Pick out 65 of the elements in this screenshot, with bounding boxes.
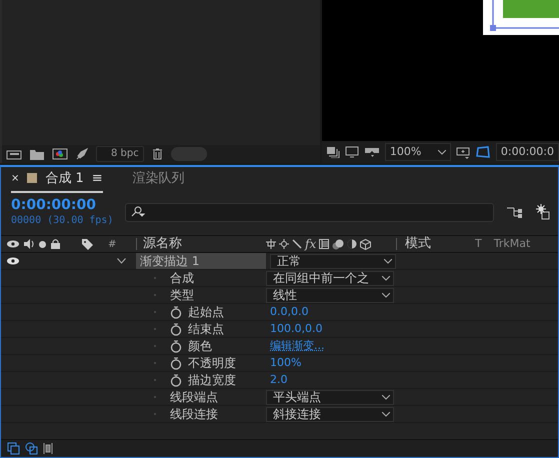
tab[interactable]: × 合成 1 ≡ <box>11 168 103 193</box>
column-header: TrkMat <box>494 236 530 252</box>
property-name: 线段连接 <box>170 406 218 423</box>
chevron-icon <box>384 258 392 264</box>
solo-dot-icon[interactable] <box>39 240 46 248</box>
property-value[interactable]: 100% <box>266 354 302 372</box>
search-icon <box>130 206 146 218</box>
eye-icon[interactable] <box>7 240 19 248</box>
stopwatch-icon[interactable] <box>170 340 182 352</box>
zoom-dropdown[interactable]: 100% <box>384 143 451 161</box>
stopwatch-icon[interactable] <box>170 306 182 318</box>
search-field[interactable] <box>125 202 494 222</box>
frame-rate-text: 00000 (30.00 fps) <box>11 214 114 228</box>
speaker-icon[interactable] <box>24 239 34 249</box>
chevron-icon <box>382 292 390 298</box>
lock-icon[interactable] <box>51 239 60 249</box>
property-name: 合成 <box>170 270 194 287</box>
edit-gradient-link[interactable]: 编辑渐变... <box>266 338 324 354</box>
trash-icon[interactable] <box>152 148 163 160</box>
property-value[interactable]: 2.0 <box>266 372 288 388</box>
column-header: # <box>108 238 116 252</box>
property-dropdown[interactable]: 斜接连接 <box>266 406 394 422</box>
preview-stack-icon[interactable] <box>326 146 340 158</box>
stopwatch-icon[interactable] <box>170 356 182 370</box>
property-name: 类型 <box>170 287 194 304</box>
property-value[interactable]: 0.0,0.0 <box>266 304 308 320</box>
column-header: T <box>475 236 482 252</box>
current-time-display[interactable]: 0:00:00:00 <box>11 196 114 212</box>
chevron-icon <box>382 412 390 416</box>
cube-icon[interactable] <box>360 238 372 250</box>
property-dropdown[interactable]: 在同组中前一个之 <box>266 270 394 286</box>
expand-chevron-icon[interactable] <box>117 258 126 264</box>
stopwatch-icon[interactable] <box>170 374 182 386</box>
eye-icon[interactable] <box>7 257 19 265</box>
folder-icon[interactable] <box>30 148 44 160</box>
stopwatch-icon[interactable] <box>170 322 182 336</box>
close-button[interactable]: × <box>11 170 20 186</box>
monitor-icon[interactable] <box>344 146 359 158</box>
property-value[interactable]: 100.0,0.0 <box>266 320 322 338</box>
blend-mode-dropdown[interactable]: 正常 <box>270 254 396 268</box>
chevron-icon <box>438 150 446 154</box>
layer-name[interactable]: 渐变描边 1 <box>136 253 266 269</box>
column-header: fx <box>305 236 316 253</box>
quality-slash-icon[interactable] <box>292 239 302 249</box>
property-name: 颜色 <box>188 338 212 355</box>
tag-icon[interactable] <box>82 238 93 250</box>
property-dropdown[interactable]: 平头端点 <box>266 390 394 404</box>
property-name: 结束点 <box>188 321 224 338</box>
property-name: 线段端点 <box>170 389 218 406</box>
property-dropdown[interactable]: 线性 <box>266 288 394 302</box>
tab[interactable]: 渲染队列 <box>132 168 185 193</box>
label-color-swatch <box>27 173 38 184</box>
chevron-icon <box>382 394 390 400</box>
new-composition-icon[interactable] <box>52 148 68 160</box>
property-name: 起始点 <box>188 304 224 321</box>
column-header: 模式 <box>405 235 431 254</box>
property-name: 不透明度 <box>188 355 236 372</box>
column-header: 源名称 <box>143 235 182 254</box>
chevron-icon <box>382 276 390 280</box>
panel-menu-button[interactable]: ≡ <box>92 168 103 188</box>
collapse-sun-icon[interactable] <box>279 239 289 249</box>
timecode-field[interactable]: 0:00:00:0 <box>496 143 559 161</box>
composition-flowchart-icon[interactable] <box>506 205 524 219</box>
property-name: 描边宽度 <box>188 372 236 389</box>
bit-depth-button[interactable]: 8 bpc <box>96 146 144 162</box>
